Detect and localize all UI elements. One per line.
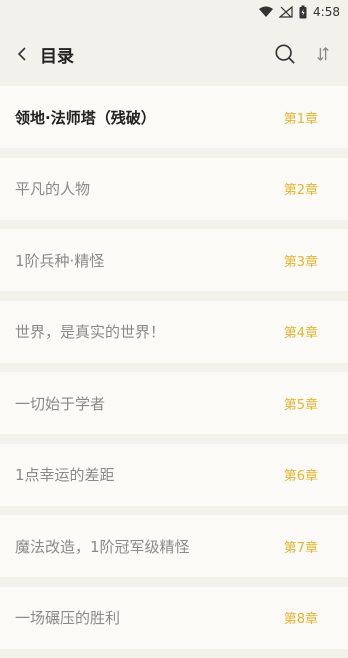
chapter-number: 第4章 [283,326,318,341]
chapter-item[interactable]: 领地·法师塔（残破） 第1章 [0,86,348,148]
chapter-number: 第6章 [283,469,318,484]
battery-icon [299,5,307,19]
search-button[interactable] [270,39,300,69]
wifi-icon [259,6,274,17]
chapter-number: 第3章 [283,254,318,270]
back-button[interactable] [10,42,34,66]
status-time: 4:58 [313,5,340,19]
chapter-item[interactable]: 魔法改造，1阶冠军级精怪 第7章 [0,515,348,577]
chapter-number: 第5章 [283,397,318,413]
no-signal-icon [279,6,293,18]
chapter-number: 第2章 [283,183,318,198]
chapter-title: 魔法改造，1阶冠军级精怪 [15,537,190,556]
chapter-title: 平凡的人物 [15,180,91,198]
page-title: 目录 [40,46,74,67]
search-icon [275,44,295,64]
header: 目录 [0,24,348,84]
chapter-number: 第1章 [283,111,318,127]
chapter-number: 第7章 [283,540,318,556]
chapter-item[interactable]: 1点幸运的差距 第6章 [0,443,348,506]
chapter-list: 领地·法师塔（残破） 第1章 平凡的人物 第2章 1阶兵种·精怪 第3章 世界，… [0,86,348,658]
chapter-title: 1点幸运的差距 [15,466,115,484]
chapter-item[interactable]: 平凡的人物 第2章 [0,157,348,220]
sort-icon [317,46,329,62]
chapter-item[interactable]: 世界，是真实的世界！ 第4章 [0,300,348,363]
chapter-item[interactable]: 1阶兵种·精怪 第3章 [0,229,348,291]
chapter-title: 世界，是真实的世界！ [15,323,166,341]
chapter-title: 1阶兵种·精怪 [15,251,105,270]
chapter-item[interactable]: 一切始于学者 第5章 [0,372,348,434]
sort-button[interactable] [308,39,338,69]
chapter-title: 一切始于学者 [15,394,106,413]
status-bar: 4:58 [0,0,348,24]
chevron-left-icon [17,47,26,61]
chapter-title: 领地·法师塔（残破） [15,108,156,127]
